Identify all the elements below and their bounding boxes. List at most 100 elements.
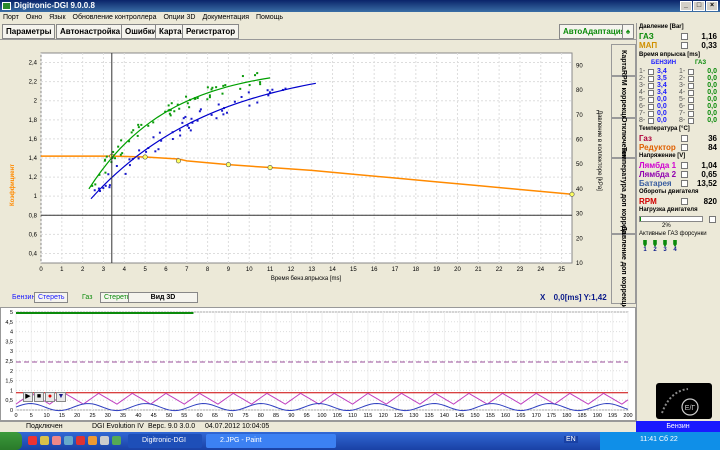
language-indicator[interactable]: EN: [564, 436, 578, 443]
toolbar: Параметры Автонастройка Ошибки Карта Рег…: [0, 23, 636, 40]
quicklaunch-mail-icon[interactable]: [52, 436, 61, 445]
menu-help[interactable]: Помощь: [256, 12, 283, 23]
menu-options-3d[interactable]: Опции 3D: [163, 12, 195, 23]
view-3d-button[interactable]: Вид 3D: [128, 292, 198, 303]
injector-icon: [653, 240, 657, 247]
side-tabs: Карта RPM коррекция Отключение Температу…: [611, 44, 636, 312]
x-tick-label: 17: [392, 267, 399, 273]
y-right-label: Давление в коллекторе [kPa]: [596, 110, 602, 191]
temp-gas-checkbox[interactable]: [681, 135, 688, 142]
gas-point: [152, 121, 155, 124]
menu-documentation[interactable]: Документация: [202, 12, 249, 23]
y-left-tick-label: 0,6: [29, 232, 38, 238]
gas-point: [185, 95, 188, 98]
log-x-tick-label: 185: [578, 413, 587, 419]
active-injector: 3: [661, 240, 669, 253]
gas-point: [114, 157, 117, 160]
lambda1-row: Лямбда 1 1,04: [639, 161, 719, 170]
load-heading: Нагрузка двигателя: [639, 207, 698, 213]
x-tick-label: 23: [517, 267, 524, 273]
window-controls: _ □ ×: [680, 1, 718, 11]
x-tick-label: 3: [102, 267, 106, 273]
petrol-point: [266, 89, 269, 92]
log-x-tick-label: 5: [30, 413, 33, 419]
x-tick-label: 22: [496, 267, 503, 273]
quicklaunch-cmd-icon[interactable]: [100, 436, 109, 445]
lambda1-checkbox[interactable]: [681, 162, 688, 169]
battery-value: 13,52: [696, 179, 717, 188]
menu-port[interactable]: Порт: [3, 12, 19, 23]
menu-update[interactable]: Обновление контроллера: [73, 12, 157, 23]
tab-pressure-corr[interactable]: Давление доп коррекция: [611, 226, 636, 312]
quicklaunch-ie-icon[interactable]: [64, 436, 73, 445]
injector-petrol-checkbox[interactable]: [648, 118, 654, 124]
reducer-checkbox[interactable]: [681, 144, 688, 151]
log-x-tick-label: 35: [120, 413, 126, 419]
log-y-tick-label: 0,5: [5, 398, 13, 404]
quicklaunch-opera-icon[interactable]: [28, 436, 37, 445]
battery-checkbox[interactable]: [681, 180, 688, 187]
map-button[interactable]: Карта: [155, 24, 186, 39]
x-tick-label: 19: [433, 267, 440, 273]
injector-icon: [673, 240, 677, 247]
auto-adapt-button[interactable]: АвтоАдаптация: [559, 24, 630, 39]
gas-pressure-checkbox[interactable]: [681, 33, 688, 40]
params-button[interactable]: Параметры: [2, 24, 56, 39]
maximize-icon[interactable]: □: [693, 1, 705, 11]
log-y-tick-label: 3: [10, 349, 13, 355]
quicklaunch-misc-icon[interactable]: [112, 436, 121, 445]
injector-gas-checkbox[interactable]: [688, 118, 694, 124]
autotune-button[interactable]: Автонастройка: [56, 24, 125, 39]
log-x-tick-label: 85: [273, 413, 279, 419]
log-x-tick-label: 40: [135, 413, 141, 419]
settings-icon[interactable]: ♠: [622, 24, 634, 39]
lambda2-checkbox[interactable]: [681, 171, 688, 178]
quicklaunch-folder-icon[interactable]: [40, 436, 49, 445]
rpm-checkbox[interactable]: [681, 198, 688, 205]
lambda1-label: Лямбда 1: [639, 161, 677, 170]
digitronic-logo: E/Г: [656, 383, 712, 419]
gas-point: [178, 107, 181, 110]
start-button[interactable]: [0, 432, 22, 450]
gas-point: [136, 134, 139, 137]
right-panel: Давление [Bar] ГАЗ 1,16 МАП 0,33 Время в…: [636, 23, 720, 421]
quicklaunch-app-icon[interactable]: [88, 436, 97, 445]
temp-gas-label: Газ: [639, 134, 652, 143]
petrol-point: [171, 138, 174, 141]
marker-icon[interactable]: ▼: [56, 392, 66, 402]
play-icon[interactable]: ▶: [23, 392, 33, 402]
main-chart[interactable]: 0 1 2 3 4 5 6 7 8 9 10 11 12 13 14 15 16 17 18 19 20 21 22 23 24…: [0, 40, 611, 290]
x-tick-label: 5: [143, 267, 147, 273]
quicklaunch-media-icon[interactable]: [76, 436, 85, 445]
y-left-tick-label: 1,8: [29, 118, 38, 124]
task-paint[interactable]: 2.JPG - Paint: [206, 434, 336, 448]
minimize-icon[interactable]: _: [680, 1, 692, 11]
gas-point: [256, 72, 259, 75]
tab-temp-corr[interactable]: Температура доп коррекция: [611, 147, 636, 245]
log-x-tick-label: 45: [151, 413, 157, 419]
lower-log-chart[interactable]: 0 5 10 15 20 25 30 35 40 45 50 55 60 65 70 75 80 85 90 95 10…: [0, 307, 636, 421]
stop-icon[interactable]: ■: [34, 392, 44, 402]
petrol-point: [138, 149, 141, 152]
gas-point: [140, 123, 143, 126]
x-tick-label: 10: [246, 267, 253, 273]
petrol-clear-button[interactable]: Стереть: [34, 292, 69, 303]
map-row: МАП 0,33: [639, 41, 719, 50]
menu-window[interactable]: Окно: [26, 12, 42, 23]
map-checkbox[interactable]: [681, 42, 688, 49]
tab-rpm[interactable]: RPM коррекция: [611, 70, 636, 124]
gas-point: [169, 114, 172, 117]
gas-point: [259, 83, 262, 86]
y-right-tick-label: 80: [576, 88, 583, 94]
x-tick-label: 7: [185, 267, 189, 273]
x-tick-label: 13: [308, 267, 315, 273]
menu-language[interactable]: Язык: [49, 12, 65, 23]
active-injector-number: 1: [643, 247, 647, 253]
close-icon[interactable]: ×: [706, 1, 718, 11]
log-x-tick-label: 110: [348, 413, 357, 419]
petrol-label: Бензин: [12, 294, 36, 301]
recorder-button[interactable]: Регистратор: [182, 24, 240, 39]
record-icon[interactable]: ●: [45, 392, 55, 402]
task-digitronic[interactable]: Digitronic-DGI: [128, 434, 202, 448]
load-checkbox[interactable]: [709, 216, 716, 223]
